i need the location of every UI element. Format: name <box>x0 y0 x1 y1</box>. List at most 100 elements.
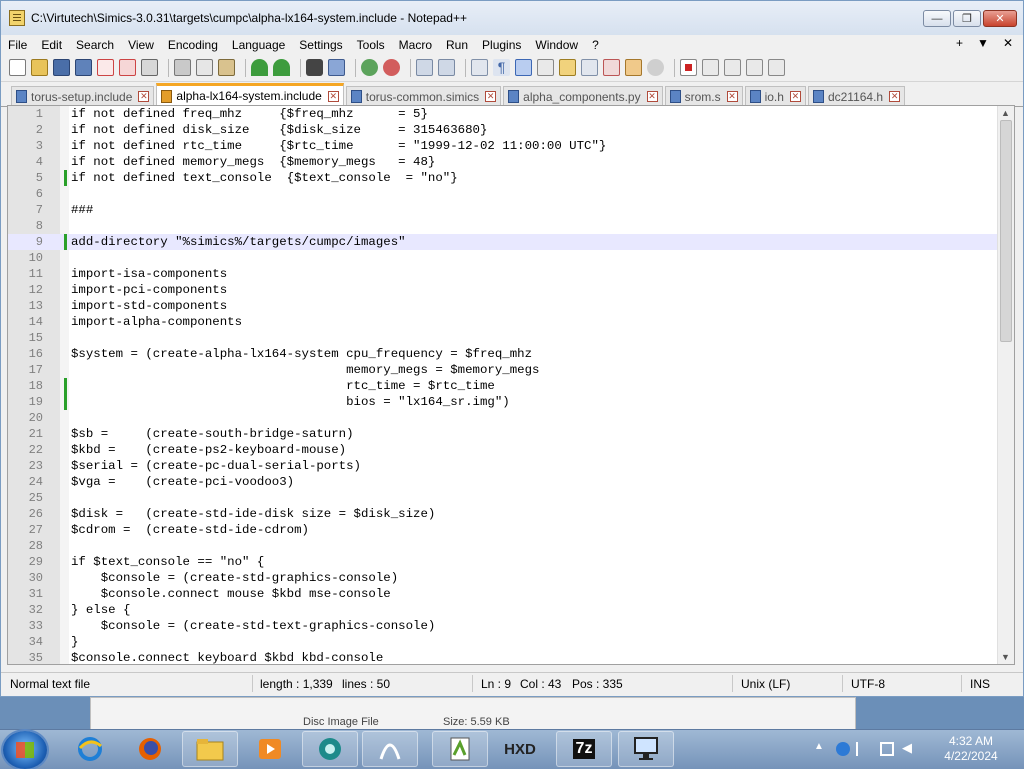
vertical-scrollbar[interactable]: ▲ ▼ <box>997 106 1014 664</box>
undo-icon[interactable] <box>251 59 268 76</box>
code-text[interactable]: if not defined disk_size {$disk_size = 3… <box>71 122 487 138</box>
menu-tools[interactable]: Tools <box>350 38 392 52</box>
background-window[interactable]: Disc Image File Size: 5.59 KB <box>90 697 856 733</box>
tab-close-icon[interactable]: ✕ <box>789 91 801 102</box>
code-text[interactable]: import-std-components <box>71 298 227 314</box>
save-icon[interactable] <box>53 59 70 76</box>
network-app-icon[interactable] <box>836 742 850 756</box>
7zip-icon[interactable]: 7z <box>556 731 612 767</box>
code-text[interactable]: import-alpha-components <box>71 314 242 330</box>
code-line[interactable]: 7 ### <box>8 202 997 218</box>
start-button[interactable] <box>3 731 47 769</box>
code-text[interactable]: $system = (create-alpha-lx164-system cpu… <box>71 346 532 362</box>
code-text[interactable]: $vga = (create-pci-voodoo3) <box>71 474 294 490</box>
menu-help[interactable]: ? <box>585 38 606 52</box>
macro-run-multiple-icon[interactable] <box>746 59 763 76</box>
code-text[interactable]: if not defined memory_megs {$memory_megs… <box>71 154 435 170</box>
media-player-icon[interactable] <box>242 731 298 767</box>
word-wrap-icon[interactable] <box>471 59 488 76</box>
folder-workspace-icon[interactable] <box>625 59 642 76</box>
code-text[interactable]: } <box>71 634 78 650</box>
app-5-icon[interactable] <box>302 731 358 767</box>
code-line[interactable]: 22 $kbd = (create-ps2-keyboard-mouse) <box>8 442 997 458</box>
tab-torus-setup[interactable]: torus-setup.include ✕ <box>11 86 155 106</box>
menu-plugins[interactable]: Plugins <box>475 38 528 52</box>
scrollbar-thumb[interactable] <box>1000 120 1012 342</box>
tab-io-h[interactable]: io.h ✕ <box>744 86 806 106</box>
macro-record-icon[interactable] <box>680 59 697 76</box>
menu-settings[interactable]: Settings <box>292 38 349 52</box>
tab-close-icon[interactable]: ✕ <box>327 90 339 102</box>
menu-macro[interactable]: Macro <box>392 38 439 52</box>
tab-alpha-components[interactable]: alpha_components.py ✕ <box>503 86 663 106</box>
network-icon[interactable] <box>880 742 894 756</box>
macro-play-icon[interactable] <box>724 59 741 76</box>
code-text[interactable]: bios = "lx164_sr.img") <box>71 394 510 410</box>
code-text[interactable]: if not defined rtc_time {$rtc_time = "19… <box>71 138 606 154</box>
code-line[interactable]: 30 $console = (create-std-graphics-conso… <box>8 570 997 586</box>
code-line[interactable]: 18 rtc_time = $rtc_time <box>8 378 997 394</box>
code-line[interactable]: 6 <box>8 186 997 202</box>
sync-vertical-icon[interactable] <box>416 59 433 76</box>
code-text[interactable]: } else { <box>71 602 131 618</box>
close-file-icon[interactable] <box>97 59 114 76</box>
code-line[interactable]: 5 if not defined text_console {$text_cons… <box>8 170 997 186</box>
remote-desktop-icon[interactable] <box>618 731 674 767</box>
tab-torus-common[interactable]: torus-common.simics ✕ <box>345 86 502 106</box>
tab-close-icon[interactable]: ✕ <box>726 91 738 102</box>
show-hidden-icons-chevron-icon[interactable]: ▲ <box>814 741 828 755</box>
code-text[interactable]: $console.connect mouse $kbd mse-console <box>71 586 391 602</box>
code-line[interactable]: 10 <box>8 250 997 266</box>
code-line[interactable]: 34} <box>8 634 997 650</box>
code-line[interactable]: 17 memory_megs = $memory_megs <box>8 362 997 378</box>
menu-run[interactable]: Run <box>439 38 475 52</box>
file-explorer-icon[interactable] <box>182 731 238 767</box>
code-line[interactable]: 3 if not defined rtc_time {$rtc_time = "1… <box>8 138 997 154</box>
code-line[interactable]: 28 <box>8 538 997 554</box>
monitoring-eye-icon[interactable] <box>647 59 664 76</box>
indent-guide-icon[interactable] <box>515 59 532 76</box>
code-text[interactable]: if not defined freq_mhz {$freq_mhz = 5} <box>71 106 428 122</box>
new-tab-plus-icon[interactable]: + <box>956 36 963 50</box>
tab-close-icon[interactable]: ✕ <box>138 91 150 102</box>
code-text[interactable]: $sb = (create-south-bridge-saturn) <box>71 426 354 442</box>
code-line[interactable]: 24 $vga = (create-pci-voodoo3) <box>8 474 997 490</box>
volume-icon[interactable]: ◀ <box>902 740 916 755</box>
document-map-icon[interactable] <box>559 59 576 76</box>
code-line[interactable]: 26 $disk = (create-std-ide-disk size = $d… <box>8 506 997 522</box>
close-all-icon[interactable] <box>119 59 136 76</box>
tab-dc21164-h[interactable]: dc21164.h ✕ <box>807 86 906 106</box>
code-line[interactable]: 8 <box>8 218 997 234</box>
scroll-down-arrow-icon[interactable]: ▼ <box>1001 652 1010 662</box>
code-text[interactable]: $disk = (create-std-ide-disk size = $dis… <box>71 506 435 522</box>
action-center-flag-icon[interactable] <box>856 742 872 756</box>
code-line[interactable]: 4 if not defined memory_megs {$memory_meg… <box>8 154 997 170</box>
code-line[interactable]: 14 import-alpha-components <box>8 314 997 330</box>
code-line[interactable]: 1 if not defined freq_mhz {$freq_mhz = 5} <box>8 106 997 122</box>
code-text[interactable]: if not defined text_console {$text_conso… <box>71 170 458 186</box>
new-file-icon[interactable] <box>9 59 26 76</box>
document-list-icon[interactable] <box>581 59 598 76</box>
code-line[interactable]: 25 <box>8 490 997 506</box>
app-6-icon[interactable] <box>362 731 418 767</box>
tab-close-icon[interactable]: ✕ <box>646 91 658 102</box>
code-text[interactable]: import-pci-components <box>71 282 227 298</box>
internet-explorer-icon[interactable] <box>62 731 118 767</box>
title-bar[interactable]: C:\Virtutech\Simics-3.0.31\targets\cumpc… <box>1 1 1023 35</box>
code-line[interactable]: 21 $sb = (create-south-bridge-saturn) <box>8 426 997 442</box>
close-button[interactable]: ✕ <box>983 10 1017 27</box>
show-all-characters-icon[interactable]: ¶ <box>493 59 510 76</box>
code-line[interactable]: 20 <box>8 410 997 426</box>
code-line[interactable]: 12 import-pci-components <box>8 282 997 298</box>
menu-search[interactable]: Search <box>69 38 121 52</box>
code-text[interactable]: add-directory "%simics%/targets/cumpc/im… <box>71 234 406 250</box>
hxd-hex-editor-icon[interactable]: HXD <box>492 731 548 767</box>
text-editor[interactable]: 1 if not defined freq_mhz {$freq_mhz = 5}… <box>7 105 1015 665</box>
redo-icon[interactable] <box>273 59 290 76</box>
tab-close-icon[interactable]: ✕ <box>889 91 901 102</box>
code-text[interactable]: if $text_console == "no" { <box>71 554 264 570</box>
code-line[interactable]: 33 $console = (create-std-text-graphics-… <box>8 618 997 634</box>
code-text[interactable]: $kbd = (create-ps2-keyboard-mouse) <box>71 442 346 458</box>
copy-icon[interactable] <box>196 59 213 76</box>
zoom-out-icon[interactable] <box>383 59 400 76</box>
